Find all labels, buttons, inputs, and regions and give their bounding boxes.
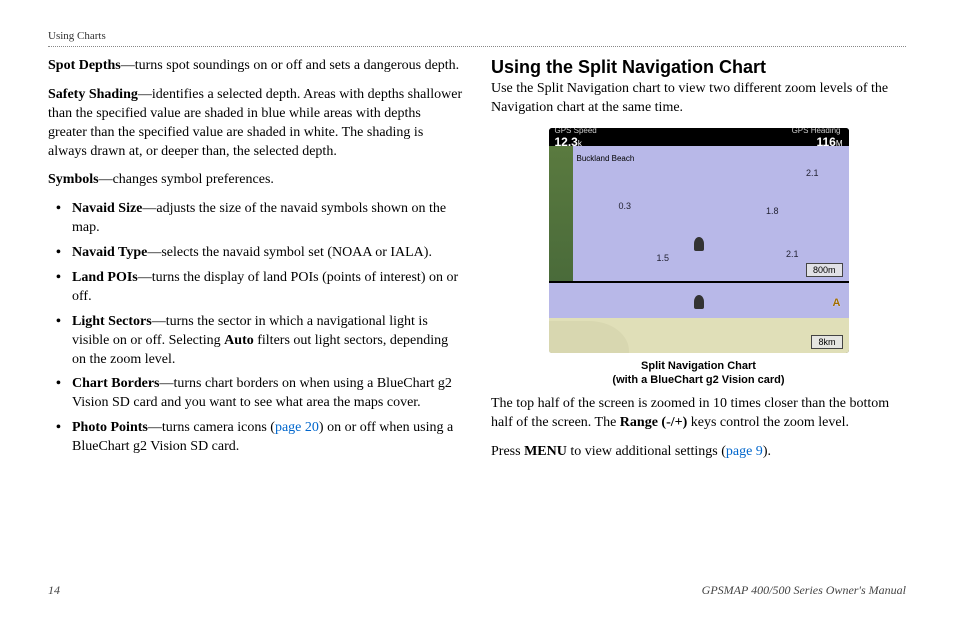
left-column: Spot Depths—turns spot soundings on or o… (48, 57, 463, 472)
menu-post: ). (763, 444, 771, 459)
gps-speed-label: GPS Speed (555, 128, 597, 135)
device-screenshot: GPS Speed 12.3k GPS Heading 116M Bucklan… (549, 128, 849, 353)
menu-mid: to view additional settings ( (567, 444, 726, 459)
land-strip (549, 146, 573, 281)
lower-chart-pane: A 8km (549, 281, 849, 353)
depth-value: 1.8 (766, 206, 779, 216)
menu-para: Press MENU to view additional settings (… (491, 443, 906, 462)
spot-depths-para: Spot Depths—turns spot soundings on or o… (48, 57, 463, 76)
symbols-bullet-list: Navaid Size—adjusts the size of the nava… (48, 200, 463, 457)
list-item: Chart Borders—turns chart borders on whe… (62, 375, 463, 413)
symbols-body: —changes symbol preferences. (99, 172, 274, 187)
gps-heading-label: GPS Heading (792, 128, 841, 135)
list-item: Navaid Size—adjusts the size of the nava… (62, 200, 463, 238)
land-pois-term: Land POIs (72, 270, 138, 285)
split-nav-intro: Use the Split Navigation chart to view t… (491, 80, 906, 118)
boat-icon (694, 237, 704, 251)
list-item: Land POIs—turns the display of land POIs… (62, 269, 463, 307)
header-rule (48, 46, 906, 47)
zoom-post: keys control the zoom level. (687, 415, 849, 430)
right-column: Using the Split Navigation Chart Use the… (491, 57, 906, 472)
caption-line-1: Split Navigation Chart (641, 360, 756, 372)
device-status-bar: GPS Speed 12.3k GPS Heading 116M (549, 128, 849, 146)
page-footer: 14 GPSMAP 400/500 Series Owner's Manual (48, 583, 906, 598)
zoom-explain-para: The top half of the screen is zoomed in … (491, 395, 906, 433)
chart-borders-term: Chart Borders (72, 376, 160, 391)
navaid-type-term: Navaid Type (72, 245, 147, 260)
depth-value: 2.1 (786, 249, 799, 259)
marker-a: A (833, 297, 841, 309)
boat-icon (694, 295, 704, 309)
list-item: Navaid Type—selects the navaid symbol se… (62, 244, 463, 263)
photo-points-pre: —turns camera icons ( (148, 420, 275, 435)
depth-value: 0.3 (619, 201, 632, 211)
section-header: Using Charts (48, 30, 906, 42)
symbols-para: Symbols—changes symbol preferences. (48, 171, 463, 190)
safety-shading-term: Safety Shading (48, 87, 138, 102)
light-sectors-term: Light Sectors (72, 314, 152, 329)
page-number: 14 (48, 583, 60, 598)
page-20-link[interactable]: page 20 (275, 420, 319, 435)
menu-bold: MENU (524, 444, 567, 459)
figure-wrapper: GPS Speed 12.3k GPS Heading 116M Bucklan… (491, 128, 906, 388)
content-columns: Spot Depths—turns spot soundings on or o… (48, 57, 906, 472)
navaid-size-term: Navaid Size (72, 201, 142, 216)
list-item: Photo Points—turns camera icons (page 20… (62, 419, 463, 457)
spot-depths-body: —turns spot soundings on or off and sets… (121, 58, 459, 73)
range-keys-bold: Range (-/+) (620, 415, 687, 430)
split-nav-heading: Using the Split Navigation Chart (491, 57, 906, 78)
caption-line-2: (with a BlueChart g2 Vision card) (612, 374, 784, 386)
depth-value: 1.5 (657, 253, 670, 263)
figure-caption: Split Navigation Chart (with a BlueChart… (612, 359, 784, 388)
menu-pre: Press (491, 444, 524, 459)
lower-land (549, 321, 629, 353)
light-sectors-auto: Auto (224, 333, 254, 348)
manual-title: GPSMAP 400/500 Series Owner's Manual (702, 583, 906, 598)
safety-shading-para: Safety Shading—identifies a selected dep… (48, 86, 463, 162)
symbols-term: Symbols (48, 172, 99, 187)
list-item: Light Sectors—turns the sector in which … (62, 313, 463, 370)
land-label: Buckland Beach (577, 154, 635, 163)
navaid-type-body: —selects the navaid symbol set (NOAA or … (147, 245, 432, 260)
upper-chart-pane: Buckland Beach 0.3 2.1 1.8 1.5 2.1 800m (549, 146, 849, 281)
upper-scale: 800m (806, 263, 843, 277)
spot-depths-term: Spot Depths (48, 58, 121, 73)
lower-scale: 8km (811, 335, 842, 349)
photo-points-term: Photo Points (72, 420, 148, 435)
depth-value: 2.1 (806, 168, 819, 178)
page-9-link[interactable]: page 9 (726, 444, 763, 459)
